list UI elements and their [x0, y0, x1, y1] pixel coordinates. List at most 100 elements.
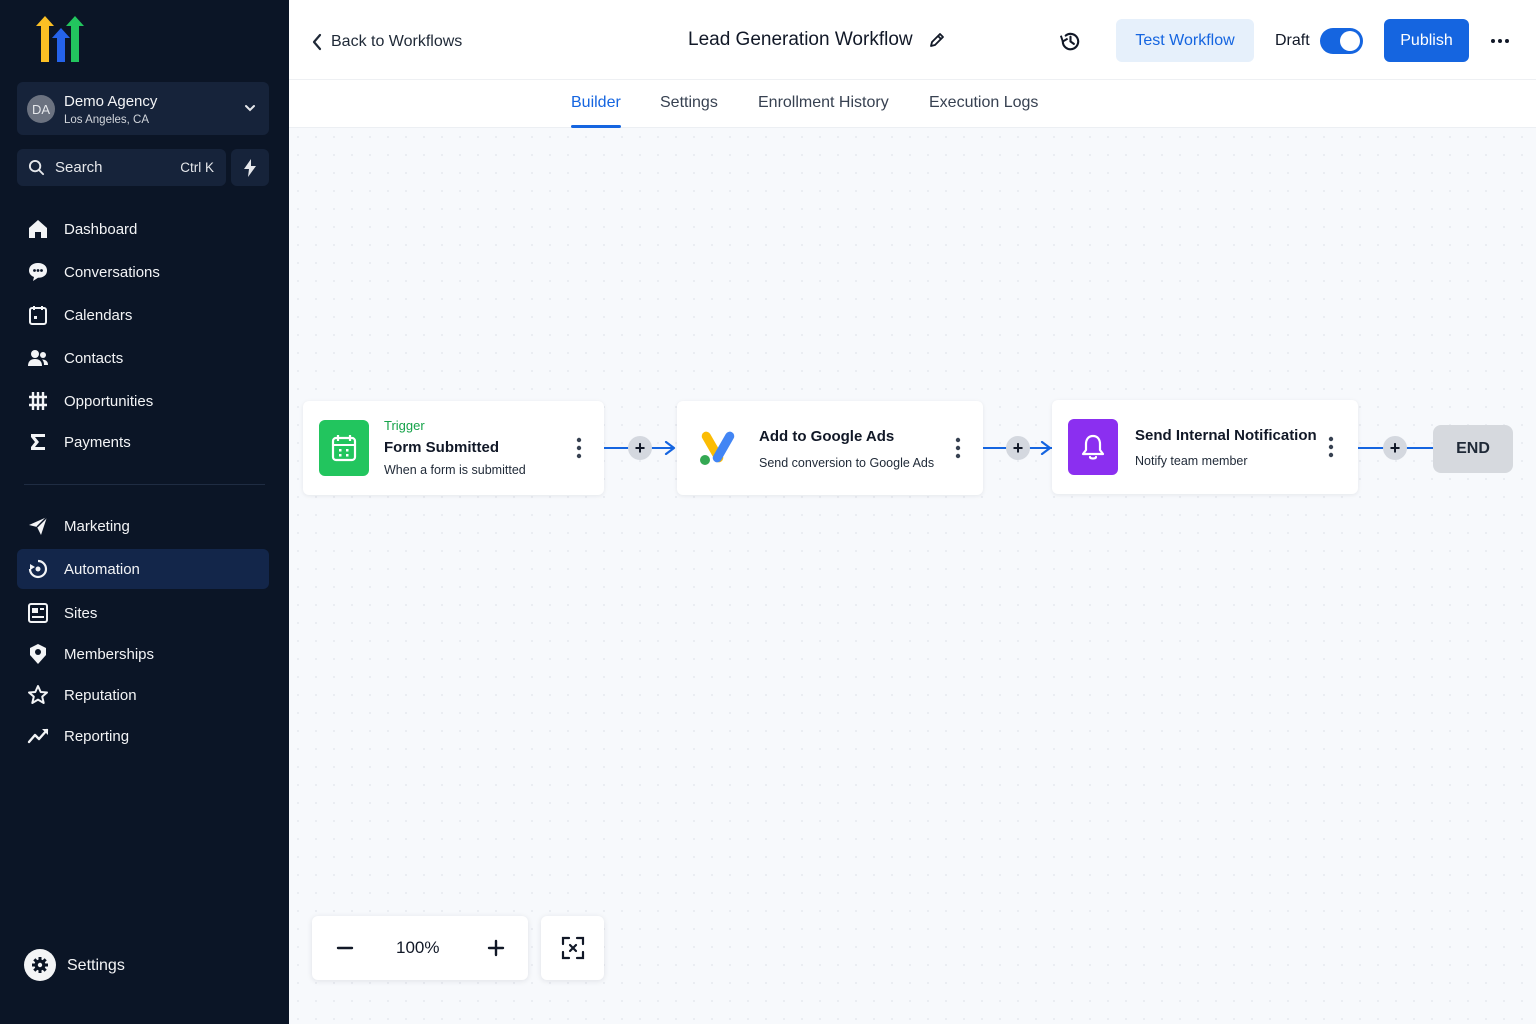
form-calendar-icon — [319, 420, 369, 476]
arrow-right-icon — [1040, 441, 1052, 455]
add-step-button[interactable]: + — [1006, 436, 1030, 460]
zoom-level: 100% — [396, 938, 440, 957]
trigger-node[interactable]: Trigger Form Submitted When a form is su… — [303, 401, 604, 495]
account-location: Los Angeles, CA — [64, 114, 150, 126]
sidebar-item-label: Memberships — [64, 645, 155, 663]
arrow-right-icon — [664, 441, 676, 455]
sidebar-item-reporting[interactable]: Reporting — [17, 716, 269, 756]
google-ads-icon — [693, 420, 743, 476]
node-title: Add to Google Ads — [759, 428, 895, 445]
zoom-in-button[interactable] — [484, 936, 508, 960]
sidebar-item-label: Marketing — [64, 517, 130, 535]
node-title: Form Submitted — [384, 439, 499, 456]
fit-to-screen-button[interactable] — [541, 916, 604, 980]
add-step-button[interactable]: + — [628, 436, 652, 460]
kebab-menu-icon[interactable] — [576, 437, 582, 459]
sidebar-item-label: Reputation — [64, 686, 137, 704]
sidebar-divider — [24, 484, 265, 485]
account-avatar: DA — [27, 95, 55, 123]
tab-builder[interactable]: Builder — [571, 94, 621, 128]
history-icon[interactable] — [1058, 29, 1083, 54]
workflow-title: Lead Generation Workflow — [688, 29, 913, 50]
plus-icon — [487, 939, 505, 957]
publish-button[interactable]: Publish — [1384, 19, 1469, 62]
sidebar-item-payments[interactable]: Payments — [17, 422, 269, 462]
sidebar-item-sites[interactable]: Sites — [17, 593, 269, 633]
automation-icon — [27, 558, 49, 580]
search-label: Search — [55, 159, 103, 176]
more-options-icon[interactable] — [1490, 31, 1510, 51]
back-to-workflows-link[interactable]: Back to Workflows — [311, 31, 462, 53]
sidebar-item-reputation[interactable]: Reputation — [17, 675, 269, 715]
membership-icon — [27, 643, 49, 665]
chevron-down-icon — [245, 105, 255, 112]
search-box[interactable]: Search Ctrl K — [17, 149, 226, 186]
sidebar-item-label: Reporting — [64, 727, 130, 745]
kebab-menu-icon[interactable] — [1328, 436, 1334, 458]
settings-label: Settings — [67, 957, 125, 974]
contacts-icon — [27, 347, 49, 369]
sidebar-item-calendars[interactable]: Calendars — [17, 295, 269, 335]
sidebar-item-automation[interactable]: Automation — [17, 549, 269, 589]
draft-toggle[interactable] — [1320, 28, 1363, 54]
fit-screen-icon — [561, 936, 584, 960]
tab-enrollment-history[interactable]: Enrollment History — [758, 94, 889, 128]
workflow-tabs: Builder Settings Enrollment History Exec… — [289, 80, 1536, 128]
google-ads-node[interactable]: Add to Google Ads Send conversion to Goo… — [677, 401, 983, 495]
kebab-menu-icon[interactable] — [955, 437, 961, 459]
test-workflow-button[interactable]: Test Workflow — [1116, 19, 1254, 62]
sidebar-item-memberships[interactable]: Memberships — [17, 634, 269, 674]
sidebar-item-label: Contacts — [64, 349, 124, 367]
zoom-controls: 100% — [312, 916, 528, 980]
internal-notification-node[interactable]: Send Internal Notification Notify team m… — [1052, 400, 1358, 494]
sidebar-item-opportunities[interactable]: Opportunities — [17, 381, 269, 421]
account-name: Demo Agency — [64, 93, 158, 110]
send-icon — [27, 515, 49, 537]
account-switcher[interactable]: DA Demo Agency Los Angeles, CA — [17, 82, 269, 135]
sidebar-item-label: Opportunities — [64, 392, 154, 410]
node-title: Send Internal Notification — [1135, 427, 1317, 444]
search-shortcut: Ctrl K — [180, 160, 214, 175]
draft-label: Draft — [1275, 32, 1310, 49]
sidebar-item-label: Dashboard — [64, 220, 138, 238]
edit-title-icon[interactable] — [928, 31, 946, 49]
sidebar-item-label: Sites — [64, 604, 98, 622]
bell-icon — [1068, 419, 1118, 475]
sidebar-item-label: Calendars — [64, 306, 133, 324]
sidebar-item-marketing[interactable]: Marketing — [17, 506, 269, 546]
chat-icon — [27, 261, 49, 283]
workflow-canvas[interactable]: Trigger Form Submitted When a form is su… — [289, 128, 1536, 1024]
sidebar-item-dashboard[interactable]: Dashboard — [17, 209, 269, 249]
sidebar-item-label: Payments — [64, 433, 131, 451]
top-header: Back to Workflows Lead Generation Workfl… — [289, 0, 1536, 80]
app-logo-icon[interactable] — [28, 16, 92, 64]
tab-settings[interactable]: Settings — [660, 94, 718, 128]
node-subtitle: Send conversion to Google Ads — [759, 456, 935, 470]
home-icon — [27, 218, 49, 240]
sidebar-item-contacts[interactable]: Contacts — [17, 338, 269, 378]
sidebar-item-settings[interactable]: Settings — [24, 948, 264, 984]
chevron-left-icon — [312, 33, 322, 51]
minus-icon — [336, 946, 354, 950]
node-subtitle: When a form is submitted — [384, 463, 526, 477]
gear-icon — [24, 949, 56, 981]
quick-actions-button[interactable] — [231, 149, 269, 186]
sidebar-item-label: Conversations — [64, 263, 160, 281]
node-kicker: Trigger — [384, 418, 425, 433]
back-label: Back to Workflows — [331, 33, 463, 50]
lightning-icon — [244, 158, 256, 177]
sidebar-item-label: Automation — [64, 560, 140, 578]
add-step-button[interactable]: + — [1383, 436, 1407, 460]
sites-icon — [27, 602, 49, 624]
tab-execution-logs[interactable]: Execution Logs — [929, 94, 1038, 128]
end-node: END — [1433, 425, 1513, 473]
sidebar: DA Demo Agency Los Angeles, CA Search Ct… — [0, 0, 289, 1024]
zoom-out-button[interactable] — [333, 936, 357, 960]
search-icon — [28, 159, 45, 176]
trend-icon — [27, 725, 49, 747]
star-icon — [27, 684, 49, 706]
calendar-icon — [27, 304, 49, 326]
sidebar-item-conversations[interactable]: Conversations — [17, 252, 269, 292]
node-subtitle: Notify team member — [1135, 454, 1248, 468]
toggle-knob — [1340, 31, 1360, 51]
